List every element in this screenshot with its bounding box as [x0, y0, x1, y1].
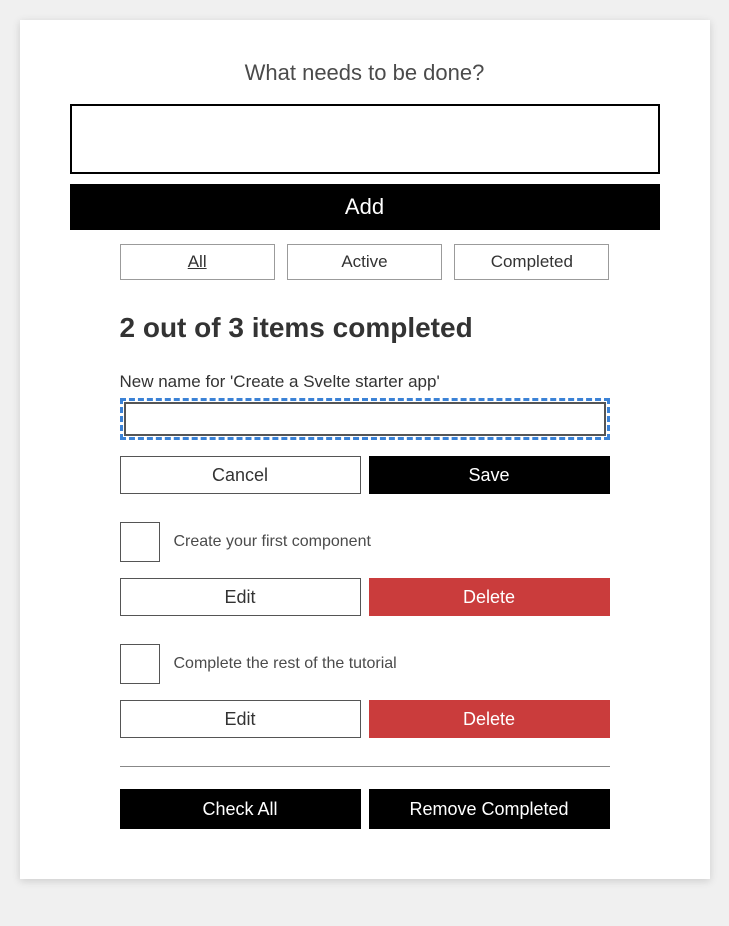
delete-button[interactable]: Delete — [369, 578, 610, 616]
status-heading: 2 out of 3 items completed — [120, 312, 610, 344]
edit-input-focus-ring — [120, 398, 610, 440]
filter-active[interactable]: Active — [287, 244, 442, 280]
edit-todo-input[interactable] — [124, 402, 606, 436]
cancel-button[interactable]: Cancel — [120, 456, 361, 494]
new-todo-label: What needs to be done? — [70, 60, 660, 86]
new-todo-form: What needs to be done? Add — [70, 60, 660, 230]
todo-label: Complete the rest of the tutorial — [174, 655, 397, 673]
add-button[interactable]: Add — [70, 184, 660, 230]
todo-checkbox[interactable] — [120, 522, 160, 562]
todo-edit-form: New name for 'Create a Svelte starter ap… — [120, 372, 610, 494]
todo-app: What needs to be done? Add All Active Co… — [20, 20, 710, 879]
todo-label: Create your first component — [174, 533, 371, 551]
edit-todo-label: New name for 'Create a Svelte starter ap… — [120, 372, 610, 392]
check-all-button[interactable]: Check All — [120, 789, 361, 829]
todo-checkbox[interactable] — [120, 644, 160, 684]
todo-item: Create your first component Edit Delete — [120, 522, 610, 616]
todo-row: Create your first component — [120, 522, 610, 562]
remove-completed-button[interactable]: Remove Completed — [369, 789, 610, 829]
content-area: All Active Completed 2 out of 3 items co… — [70, 244, 660, 829]
todo-item: Complete the rest of the tutorial Edit D… — [120, 644, 610, 738]
delete-button[interactable]: Delete — [369, 700, 610, 738]
filter-bar: All Active Completed — [120, 244, 610, 280]
filter-all[interactable]: All — [120, 244, 275, 280]
edit-button[interactable]: Edit — [120, 700, 361, 738]
filter-completed[interactable]: Completed — [454, 244, 609, 280]
edit-button[interactable]: Edit — [120, 578, 361, 616]
new-todo-input[interactable] — [70, 104, 660, 174]
todo-row: Complete the rest of the tutorial — [120, 644, 610, 684]
footer-actions: Check All Remove Completed — [120, 789, 610, 829]
edit-buttons: Cancel Save — [120, 456, 610, 494]
divider — [120, 766, 610, 767]
save-button[interactable]: Save — [369, 456, 610, 494]
todo-actions: Edit Delete — [120, 700, 610, 738]
todo-actions: Edit Delete — [120, 578, 610, 616]
